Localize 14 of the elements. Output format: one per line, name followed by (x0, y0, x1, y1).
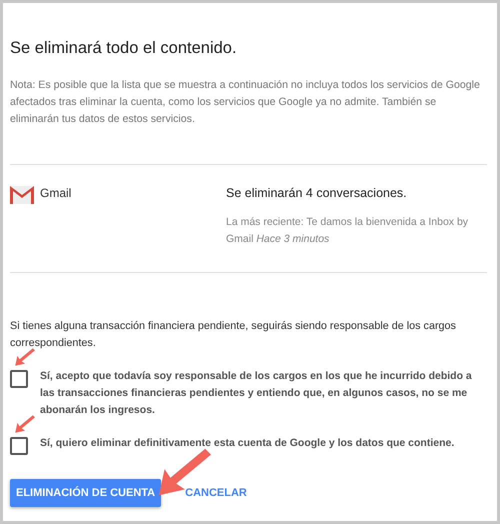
envelope-icon (10, 186, 34, 204)
service-detail: La más reciente: Te damos la bienvenida a Inbox by Gmail Hace 3 minutos (226, 215, 470, 247)
note-text: Nota: Es posible que la lista que se muestra a continuación no incluya todos los servicios de Google afectados tras eliminar la cuenta, como los servicios que Google ya no admite. También se eliminarán tus datos de estos servicios. (10, 78, 481, 127)
service-summary: Se eliminarán 4 conversaciones. (226, 186, 408, 200)
checkbox-label: Sí, quiero eliminar definitivamente esta cuenta de Google y los datos que contiene. (40, 436, 454, 451)
checkbox-label: Sí, acepto que todavía soy responsable de los cargos en los que he incurrido debido a las transacciones financieras pendientes y entiendo que, en algunos casos, no se me abonarán los ingresos. (40, 369, 473, 418)
service-name: Gmail (40, 186, 72, 202)
checkbox[interactable] (10, 437, 28, 455)
heading: Se eliminará todo el contenido. (10, 39, 238, 58)
delete-account-button[interactable]: ELIMINACIÓN DE CUENTA (10, 479, 162, 507)
checkbox[interactable] (10, 370, 28, 388)
pointer-arrow (13, 413, 35, 435)
cancel-button[interactable]: CANCELAR (175, 479, 257, 507)
warning-text: Si tienes alguna transacción financiera pendiente, seguirás siendo responsable de los cargos correspondientes. (10, 319, 457, 351)
